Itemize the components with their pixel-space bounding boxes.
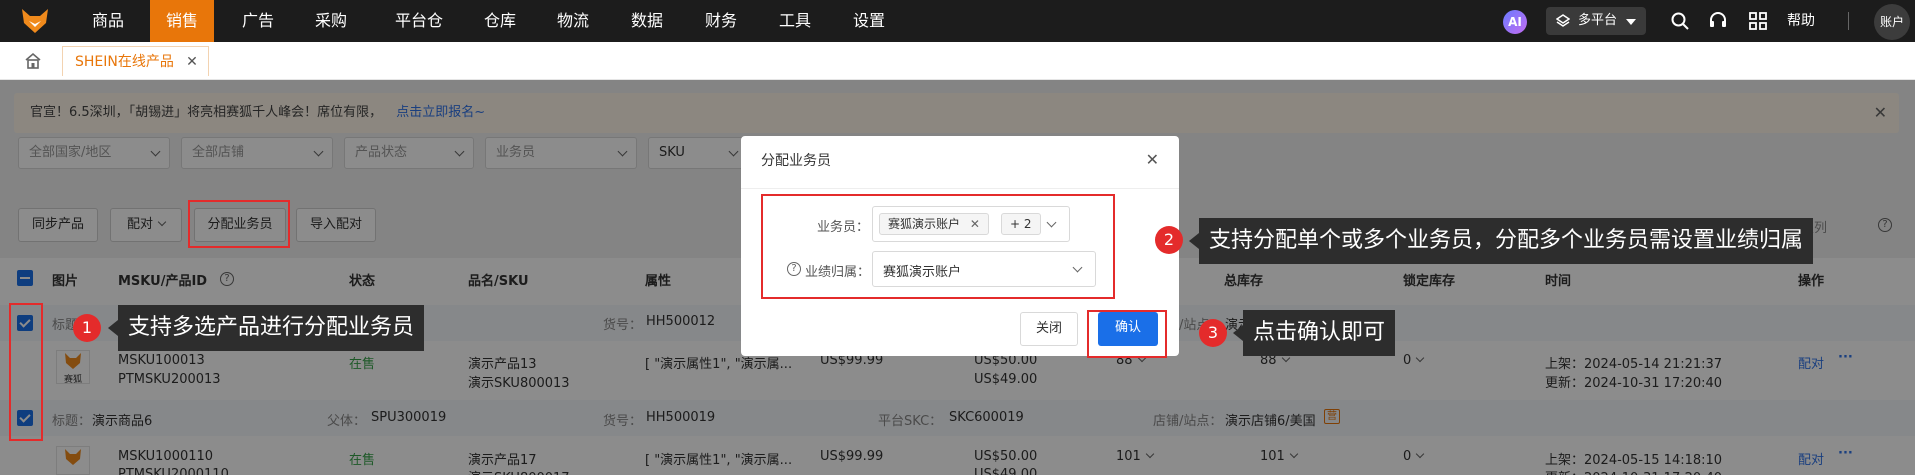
callout-step-2: 支持分配单个或多个业务员，分配多个业务员需设置业绩归属 [1188, 218, 1814, 264]
divider [1848, 12, 1849, 30]
tab-shein-online-products[interactable]: SHEIN在线产品 ✕ [62, 46, 209, 76]
search-icon[interactable] [1670, 11, 1690, 31]
help-link[interactable]: 帮助 [1787, 0, 1815, 42]
close-button[interactable]: 关闭 [1020, 312, 1078, 346]
top-navigation-bar: 商品 销售 广告 采购 平台仓 仓库 物流 数据 财务 工具 设置 AI 多平台… [0, 0, 1915, 42]
step-number-badge: 1 [73, 314, 101, 342]
nav-item-data[interactable]: 数据 [627, 0, 667, 42]
callout-step-3: 点击确认即可 [1232, 310, 1396, 356]
step-number-badge: 3 [1199, 319, 1227, 347]
highlight-box-assign-button [188, 200, 290, 248]
nav-item-sales[interactable]: 销售 [150, 0, 214, 42]
layers-icon [1556, 14, 1570, 27]
nav-item-settings[interactable]: 设置 [849, 0, 889, 42]
tab-label: SHEIN在线产品 [75, 54, 174, 70]
nav-item-ads[interactable]: 广告 [238, 0, 278, 42]
apps-grid-icon[interactable] [1748, 11, 1768, 31]
page-tab-bar: SHEIN在线产品 ✕ [0, 42, 1915, 80]
account-avatar[interactable]: 账户 [1874, 4, 1910, 40]
nav-item-tools[interactable]: 工具 [775, 0, 815, 42]
platform-switcher[interactable]: 多平台 [1546, 7, 1646, 35]
nav-item-platform-warehouse[interactable]: 平台仓 [391, 0, 447, 42]
nav-item-logistics[interactable]: 物流 [553, 0, 593, 42]
modal-close-icon[interactable]: ✕ [1146, 150, 1159, 169]
ai-assistant-icon[interactable]: AI [1503, 10, 1527, 34]
tab-close-icon[interactable]: ✕ [186, 47, 198, 77]
nav-item-products[interactable]: 商品 [88, 0, 128, 42]
fox-logo-icon[interactable] [20, 7, 50, 35]
highlight-box-row-checkboxes [9, 303, 43, 441]
callout-step-1: 支持多选产品进行分配业务员 [107, 305, 425, 351]
home-icon[interactable] [24, 52, 42, 70]
modal-title: 分配业务员 [761, 153, 831, 169]
platform-label: 多平台 [1578, 13, 1618, 28]
caret-down-icon [1626, 19, 1636, 25]
headset-icon[interactable] [1708, 11, 1728, 31]
nav-item-finance[interactable]: 财务 [701, 0, 741, 42]
highlight-box-modal-fields [761, 194, 1115, 299]
step-number-badge: 2 [1155, 226, 1183, 254]
nav-item-purchase[interactable]: 采购 [311, 0, 351, 42]
highlight-box-confirm-button [1087, 310, 1167, 358]
nav-item-warehouse[interactable]: 仓库 [480, 0, 520, 42]
divider [741, 188, 1179, 189]
